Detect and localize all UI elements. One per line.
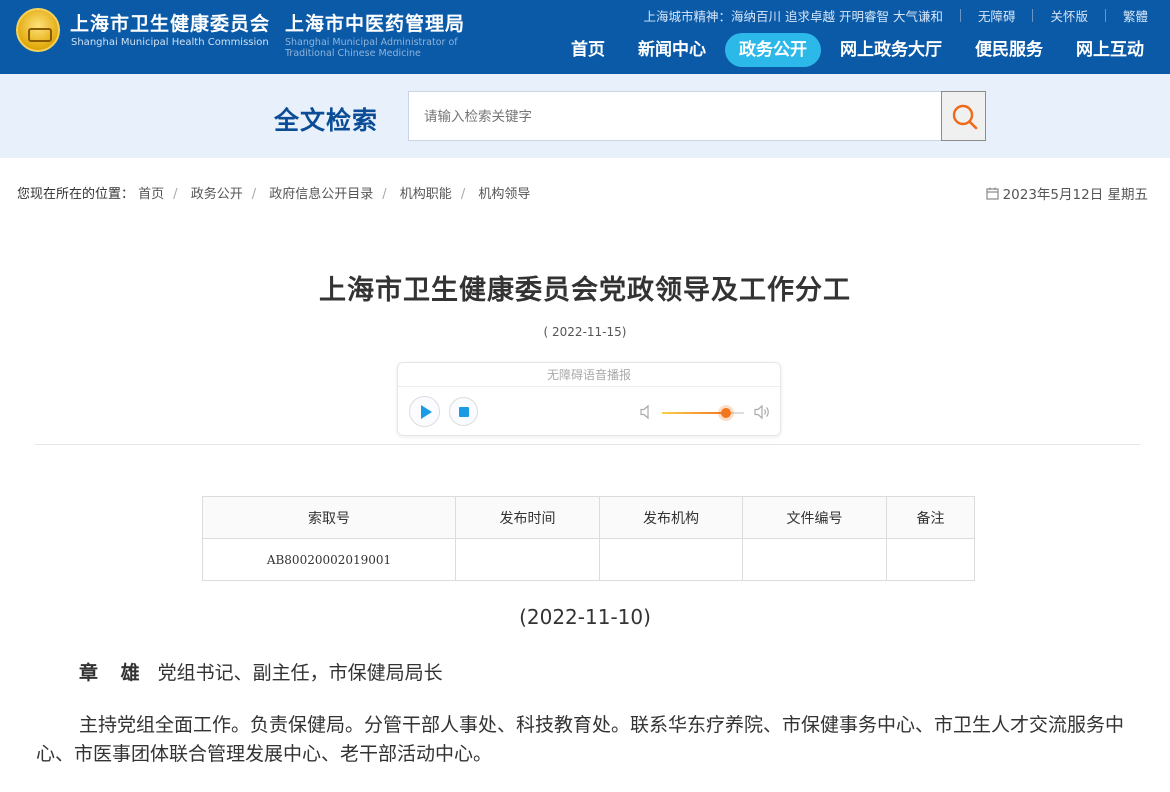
header-publisher: 发布机构 bbox=[599, 496, 743, 539]
player-title: 无障碍语音播报 bbox=[398, 363, 780, 387]
leader-entry: 章 雄 党组书记、副主任，市保健局局长 bbox=[79, 658, 443, 685]
stop-button[interactable] bbox=[449, 397, 478, 426]
search-title: 全文检索 bbox=[274, 106, 379, 135]
commission-logo[interactable] bbox=[16, 8, 60, 52]
leader-title: 党组书记、副主任，市保健局局长 bbox=[157, 662, 443, 684]
breadcrumb-gov-affairs[interactable]: 政务公开 bbox=[191, 187, 243, 202]
accessible-link[interactable]: 无障碍 bbox=[978, 6, 1016, 25]
article-title: 上海市卫生健康委员会党政领导及工作分工 bbox=[319, 275, 851, 306]
site-header: 上海市卫生健康委员会 Shanghai Municipal Health Com… bbox=[0, 0, 1170, 74]
breadcrumb-leaders[interactable]: 机构领导 bbox=[478, 187, 530, 202]
search-button[interactable] bbox=[941, 91, 986, 141]
cell-remarks bbox=[886, 538, 975, 581]
article-date: ( 2022-11-15) bbox=[543, 325, 627, 339]
volume-low-icon[interactable] bbox=[639, 404, 653, 420]
cell-doc-number bbox=[742, 538, 887, 581]
nav-home[interactable]: 首页 bbox=[557, 33, 619, 67]
search-icon bbox=[952, 104, 978, 130]
nav-online-hall[interactable]: 网上政务大厅 bbox=[826, 33, 956, 67]
divider bbox=[1104, 9, 1106, 22]
volume-fill bbox=[662, 412, 726, 414]
calendar-icon bbox=[985, 187, 999, 200]
top-links: 上海城市精神：海纳百川 追求卓越 开明睿智 大气谦和 无障碍 关怀版 繁體 bbox=[644, 6, 1148, 25]
org-name-health-commission-en: Shanghai Municipal Health Commission bbox=[71, 37, 269, 48]
audio-player: 无障碍语音播报 bbox=[397, 362, 781, 436]
date-text: 2023年5月12日 星期五 bbox=[1002, 187, 1148, 203]
breadcrumb-label: 您现在所在的位置： bbox=[17, 187, 135, 202]
header-publish-time: 发布时间 bbox=[455, 496, 600, 539]
header-remarks: 备注 bbox=[886, 496, 975, 539]
nav-interaction[interactable]: 网上互动 bbox=[1062, 33, 1158, 67]
divider bbox=[959, 9, 961, 22]
table-header-row: 索取号 发布时间 发布机构 文件编号 备注 bbox=[202, 496, 975, 539]
main-nav: 首页 新闻中心 政务公开 网上政务大厅 便民服务 网上互动 bbox=[552, 33, 1158, 67]
cell-publish-time bbox=[455, 538, 600, 581]
org-name-health-commission[interactable]: 上海市卫生健康委员会 bbox=[70, 9, 270, 36]
document-meta-table: 索取号 发布时间 发布机构 文件编号 备注 AB80020002019001 bbox=[202, 496, 975, 581]
breadcrumb-info-catalog[interactable]: 政府信息公开目录 bbox=[269, 187, 373, 202]
volume-high-icon[interactable] bbox=[753, 404, 771, 420]
care-version-link[interactable]: 关怀版 bbox=[1050, 6, 1088, 25]
breadcrumb-functions[interactable]: 机构职能 bbox=[400, 187, 452, 202]
header-doc-number: 文件编号 bbox=[742, 496, 887, 539]
breadcrumb-home[interactable]: 首页 bbox=[138, 187, 164, 202]
breadcrumb: 您现在所在的位置： 首页 / 政务公开 / 政府信息公开目录 / 机构职能 / 机构领导 bbox=[17, 187, 531, 202]
org-name-tcm-admin[interactable]: 上海市中医药管理局 bbox=[285, 9, 465, 36]
nav-gov-affairs[interactable]: 政务公开 bbox=[725, 33, 821, 67]
cell-publisher bbox=[599, 538, 743, 581]
nav-news[interactable]: 新闻中心 bbox=[624, 33, 720, 67]
leader-name: 章 雄 bbox=[79, 662, 148, 684]
volume-knob[interactable] bbox=[720, 408, 731, 418]
play-button[interactable] bbox=[409, 396, 440, 427]
table-row: AB80020002019001 bbox=[202, 538, 975, 581]
traditional-chinese-link[interactable]: 繁體 bbox=[1123, 6, 1148, 25]
publish-date: (2022-11-10) bbox=[519, 605, 651, 629]
content-divider bbox=[35, 444, 1140, 445]
volume-slider[interactable] bbox=[662, 408, 744, 418]
leader-duties: 主持党组全面工作。负责保健局。分管干部人事处、科技教育处。联系华东疗养院、市保健… bbox=[36, 714, 1125, 765]
search-band: 全文检索 bbox=[0, 74, 1170, 158]
org-name-tcm-admin-en: Shanghai Municipal Administrator of Trad… bbox=[285, 37, 458, 59]
divider bbox=[1032, 9, 1034, 22]
current-date: 2023年5月12日 星期五 bbox=[985, 183, 1148, 203]
cell-index-no: AB80020002019001 bbox=[202, 538, 456, 581]
search-input[interactable] bbox=[408, 91, 942, 141]
nav-public-service[interactable]: 便民服务 bbox=[961, 33, 1057, 67]
header-index-no: 索取号 bbox=[202, 496, 456, 539]
city-spirit-text: 上海城市精神：海纳百川 追求卓越 开明睿智 大气谦和 bbox=[643, 9, 943, 24]
